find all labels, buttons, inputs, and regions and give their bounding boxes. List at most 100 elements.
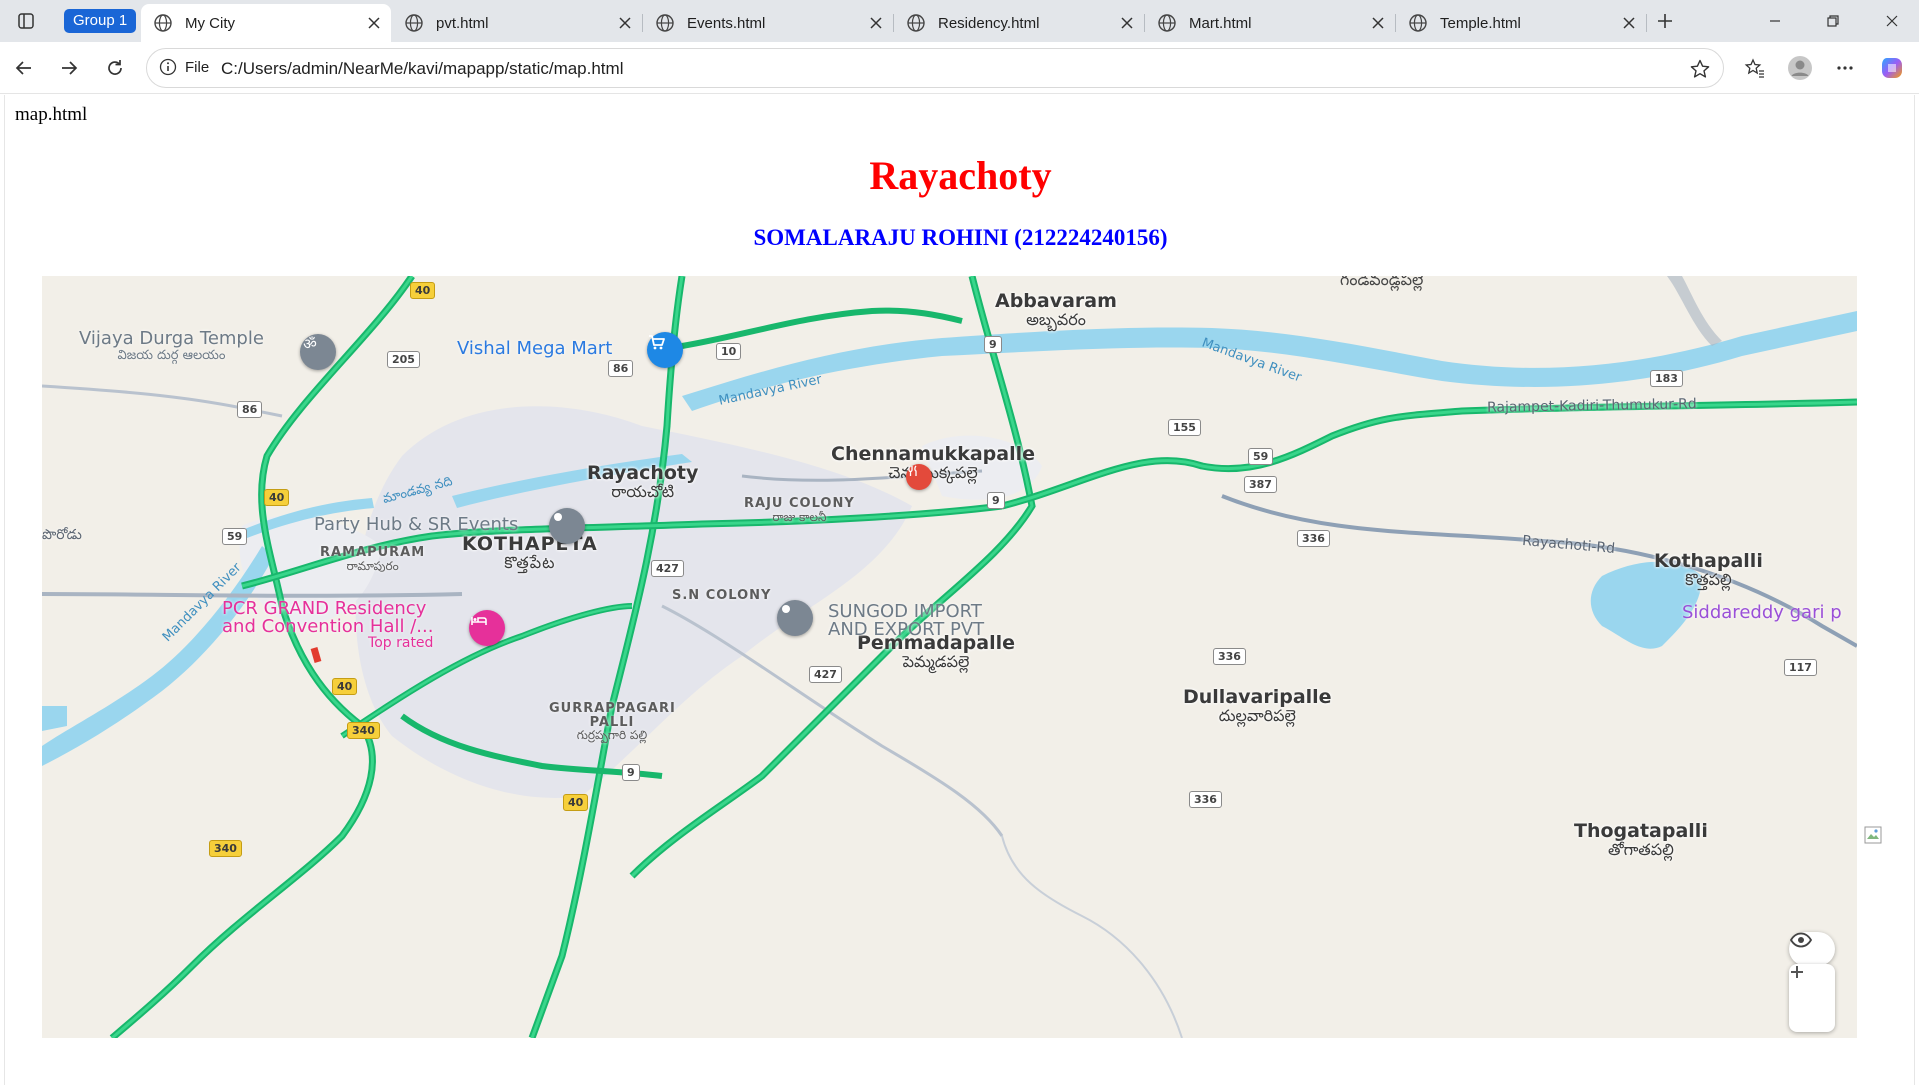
town-name: Dullavaripalle <box>1183 686 1332 708</box>
highway-rajampet-road-core <box>1001 400 1857 508</box>
poi-name: AND EXPORT PVT <box>828 619 985 640</box>
copilot-icon[interactable] <box>1876 52 1908 84</box>
area-name-telugu: రామాపురం <box>346 558 399 573</box>
close-tab-icon[interactable] <box>616 14 634 32</box>
area-name: GURRAPPAGARI PALLI <box>549 701 676 730</box>
profile-avatar[interactable] <box>1784 52 1816 84</box>
address-bar[interactable]: File C:/Users/admin/NearMe/kavi/mapapp/s… <box>146 48 1724 88</box>
highway-shield-9: 9 <box>984 336 1002 353</box>
globe-icon <box>907 14 925 32</box>
town-name-telugu: చెన్నముక్కపల్లె <box>888 462 978 482</box>
tab-mart[interactable]: Mart.html <box>1145 4 1396 42</box>
town-name-telugu: కొత్తపల్లి <box>1685 569 1732 589</box>
road-shield-117: 117 <box>1784 659 1817 676</box>
highway-shield-387: 387 <box>1244 476 1277 493</box>
poi-name: and Convention Hall /... <box>222 616 434 637</box>
globe-icon <box>656 14 674 32</box>
area-name-telugu: రాజు కాలనీ <box>772 509 827 524</box>
site-info-button[interactable]: File <box>159 58 209 76</box>
area-label-ramapuram: RAMAPURAM రామాపురం <box>320 546 425 572</box>
more-menu-icon[interactable] <box>1829 52 1861 84</box>
tab-label: Mart.html <box>1189 14 1252 32</box>
zoom-out-minus-icon[interactable] <box>1789 971 1835 1032</box>
pond <box>42 706 67 731</box>
url-text[interactable]: C:/Users/admin/NearMe/kavi/mapapp/static… <box>221 59 623 79</box>
minor-road <box>1667 276 1722 346</box>
tab-pvt[interactable]: pvt.html <box>392 4 643 42</box>
town-label-kothapalli: Kothapalli కొత్తపల్లి <box>1654 551 1763 589</box>
close-tab-icon[interactable] <box>867 14 885 32</box>
town-label-thogatapalli: Thogatapalli తోగాతపల్లి <box>1574 821 1708 859</box>
highway-shield-340: 340 <box>347 722 380 739</box>
poi-label-siddareddy[interactable]: Siddareddy gari p <box>1682 603 1842 623</box>
close-tab-icon[interactable] <box>1369 14 1387 32</box>
close-tab-icon[interactable] <box>365 14 383 32</box>
poi-name: Vijaya Durga Temple <box>79 328 264 349</box>
area-label-raju-colony: RAJU COLONY రాజు కాలనీ <box>744 497 855 523</box>
highway-shield-427: 427 <box>809 666 842 683</box>
tab-my-city[interactable]: My City <box>141 4 391 42</box>
road-shield-336: 336 <box>1297 530 1330 547</box>
pin-icon[interactable] <box>549 508 585 544</box>
highway-rajampet-road <box>1001 398 1857 510</box>
road-shield-205: 205 <box>387 351 420 368</box>
poi-name-telugu: విజయ దుర్గ ఆలయం <box>117 347 226 363</box>
close-window-icon[interactable] <box>1869 0 1915 42</box>
browser-window: Group 1 My City pvt.html Events.html Res… <box>0 0 1919 1085</box>
town-label-dullavaripalle: Dullavaripalle దుల్లవారిపల్లె <box>1183 686 1332 725</box>
tab-residency[interactable]: Residency.html <box>894 4 1145 42</box>
poi-label-vishal-mega-mart[interactable]: Vishal Mega Mart <box>457 339 612 359</box>
new-tab-plus-icon[interactable] <box>1651 8 1679 34</box>
tab-separator <box>1646 14 1647 32</box>
area-name: S.N COLONY <box>672 588 772 603</box>
road-shield-86: 86 <box>608 360 634 377</box>
bed-icon[interactable] <box>469 610 505 646</box>
highway-shield-40: 40 <box>563 794 589 811</box>
tab-group-chip[interactable]: Group 1 <box>64 9 137 33</box>
info-icon <box>159 58 177 76</box>
area-label-sn-colony: S.N COLONY <box>672 589 771 603</box>
town-name-telugu: పెమ్మడపల్లె <box>902 651 970 671</box>
food-icon[interactable] <box>906 464 932 490</box>
globe-icon <box>1158 14 1176 32</box>
tab-label: Events.html <box>687 14 766 32</box>
road-shield-183: 183 <box>1650 370 1683 387</box>
town-label-abbavaram: Abbavaram అబ్బవరం <box>995 291 1117 329</box>
road-shield-336: 336 <box>1213 648 1246 665</box>
poi-label-vijaya-durga-temple[interactable]: Vijaya Durga Temple విజయ దుర్గ ఆలయం <box>79 328 264 363</box>
tab-strip: Group 1 My City pvt.html Events.html Res… <box>0 0 1919 42</box>
favorite-star-icon[interactable] <box>1689 58 1711 85</box>
town-name-telugu: దుల్లవారిపల్లె <box>1218 705 1296 725</box>
street-view-eye-icon[interactable] <box>1789 932 1835 966</box>
poi-label-sungod[interactable]: SUNGOD IMPORT AND EXPORT PVT <box>828 603 984 639</box>
favorites-icon[interactable] <box>1739 52 1771 84</box>
highway-shield-59: 59 <box>1248 448 1274 465</box>
site-info-label: File <box>185 58 210 76</box>
close-tab-icon[interactable] <box>1620 14 1638 32</box>
close-tab-icon[interactable] <box>1118 14 1136 32</box>
om-icon[interactable]: ॐ <box>300 334 336 370</box>
cart-icon[interactable] <box>647 332 683 368</box>
river <box>42 546 274 766</box>
minimize-icon[interactable] <box>1752 0 1798 42</box>
restore-icon[interactable] <box>1810 0 1856 42</box>
document-title-text: map.html <box>15 104 88 125</box>
village-label-telugu: గండివండ్లపల్లె <box>1340 276 1424 289</box>
road-shield-86: 86 <box>237 401 263 418</box>
pin-icon[interactable] <box>777 600 813 636</box>
road-line <box>42 592 463 598</box>
town-name-telugu: కొత్తపేట <box>504 552 556 572</box>
map-canvas[interactable]: 40 40 40 40 340 340 9 9 9 10 59 59 387 4… <box>42 276 1857 1038</box>
page-title: Rayachoty <box>869 153 1052 198</box>
tab-events[interactable]: Events.html <box>643 4 894 42</box>
back-arrow-icon[interactable] <box>8 52 40 84</box>
poi-label-party-hub[interactable]: Party Hub & SR Events <box>314 515 518 535</box>
refresh-icon[interactable] <box>99 52 131 84</box>
tab-actions-icon[interactable] <box>12 8 40 34</box>
forward-arrow-icon[interactable] <box>53 52 85 84</box>
poi-label-pcr-grand-residency[interactable]: PCR GRAND Residency and Convention Hall … <box>222 600 434 651</box>
tab-label: pvt.html <box>436 14 489 32</box>
highway-shield-427: 427 <box>651 560 684 577</box>
area-name-telugu: గుర్రప్పగారి పల్లి <box>576 728 648 743</box>
tab-temple[interactable]: Temple.html <box>1396 4 1647 42</box>
